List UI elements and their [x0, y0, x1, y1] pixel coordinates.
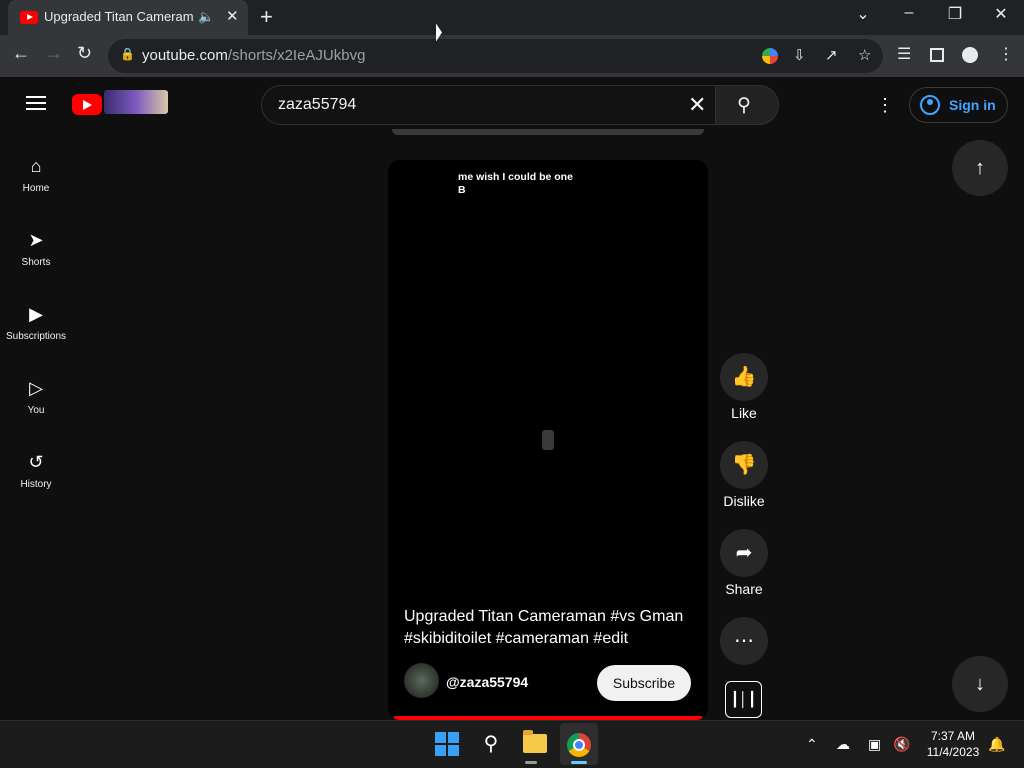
arrow-down-icon: ↓ — [975, 673, 985, 695]
subscriptions-icon: ▶ — [29, 304, 43, 324]
chrome-menu-icon[interactable]: ⋮ — [998, 44, 1014, 64]
thumbs-down-icon: 👎 — [731, 454, 757, 476]
browser-toolbar: ← → ↻ 🔒 youtube.com/shorts/x2IeAJUkbvg ⇩… — [0, 35, 1024, 77]
next-short-button[interactable]: ↓ — [952, 656, 1008, 712]
youtube-favicon-icon — [20, 11, 38, 24]
sign-in-label: Sign in — [949, 97, 996, 113]
media-controls-icon[interactable]: ☰ — [897, 44, 911, 64]
remix-sound-button[interactable]: ┃│┃ — [725, 681, 762, 718]
forward-arrow-icon[interactable]: → — [45, 43, 63, 64]
onedrive-cloud-icon[interactable]: ☁ — [836, 736, 850, 753]
menu-icon[interactable] — [26, 96, 46, 110]
restore-button[interactable]: ❐ — [940, 4, 970, 24]
like-label: Like — [731, 405, 757, 421]
arrow-up-icon: ↑ — [975, 157, 985, 179]
new-tab-button[interactable]: + — [260, 4, 273, 30]
more-horiz-icon: ⋯ — [734, 630, 754, 652]
browser-tab[interactable]: Upgraded Titan Cameraman 🔈 ✕ — [8, 0, 248, 35]
thumbs-up-icon: 👍 — [731, 366, 757, 388]
short-title[interactable]: Upgraded Titan Cameraman #vs Gman #skibi… — [404, 606, 694, 650]
share-page-icon[interactable]: ↗ — [825, 46, 838, 64]
tray-overflow-chevron-icon[interactable]: ⌃ — [806, 736, 818, 753]
side-panel-icon[interactable] — [930, 48, 944, 62]
google-lens-icon[interactable] — [762, 48, 778, 64]
reload-icon[interactable]: ↻ — [77, 43, 92, 64]
dislike-button[interactable]: 👎 — [720, 441, 768, 489]
speaker-icon[interactable]: 🔈 — [198, 9, 214, 25]
sidebar-item-label: Shorts — [21, 257, 51, 268]
settings-kebab-icon[interactable]: ⋮ — [876, 95, 894, 116]
volume-muted-icon[interactable]: 🔇 — [893, 736, 910, 753]
sidebar-item-label: Home — [22, 183, 50, 194]
install-app-icon[interactable]: ⇩ — [793, 46, 806, 64]
clock-time[interactable]: 7:37 AM — [925, 729, 981, 743]
browser-tab-strip: Upgraded Titan Cameraman 🔈 ✕ + ⌄ – ❐ ✕ — [0, 0, 1024, 35]
profile-icon[interactable] — [962, 47, 978, 63]
search-button[interactable]: ⚲ — [716, 85, 779, 125]
sidebar-item-you[interactable]: ▷ You — [0, 377, 72, 451]
active-indicator — [571, 761, 587, 764]
windows-start-icon[interactable] — [435, 732, 459, 756]
close-tab-icon[interactable]: ✕ — [226, 7, 239, 25]
network-icon[interactable]: ▣ — [868, 736, 881, 753]
sidebar-item-subscriptions[interactable]: ▶ Subscriptions — [0, 303, 72, 377]
search-icon: ⚲ — [737, 95, 751, 116]
dislike-label: Dislike — [723, 493, 765, 509]
running-indicator — [525, 761, 537, 764]
video-content — [542, 430, 554, 450]
notification-bell-icon[interactable]: 🔔 — [988, 736, 1005, 753]
search-box[interactable]: zaza55794 ✕ — [261, 85, 716, 125]
sidebar-item-shorts[interactable]: ➤ Shorts — [0, 229, 72, 303]
previous-short-button[interactable]: ↑ — [952, 140, 1008, 196]
like-button[interactable]: 👍 — [720, 353, 768, 401]
more-actions-button[interactable]: ⋯ — [720, 617, 768, 665]
search-input[interactable]: zaza55794 — [278, 96, 356, 114]
video-caption: me wish I could be one — [458, 171, 573, 183]
mouse-cursor — [436, 23, 442, 43]
sign-in-button[interactable]: Sign in — [909, 87, 1008, 123]
url-text[interactable]: youtube.com/shorts/x2IeAJUkbvg — [142, 47, 365, 64]
lock-icon[interactable]: 🔒 — [120, 47, 135, 61]
url-host: youtube.com — [142, 47, 228, 64]
minimize-button[interactable]: – — [894, 4, 924, 22]
file-explorer-icon[interactable] — [523, 730, 547, 753]
sidebar-item-history[interactable]: ↺ History — [0, 451, 72, 525]
audio-waveform-icon: ┃│┃ — [730, 691, 757, 707]
subscribe-button[interactable]: Subscribe — [597, 665, 691, 701]
previous-short-thumbnail[interactable] — [392, 129, 704, 135]
sidebar-item-label: History — [20, 479, 52, 490]
back-arrow-icon[interactable]: ← — [12, 43, 30, 64]
short-video-player[interactable]: me wish I could be one B Upgraded Titan … — [388, 160, 708, 720]
home-icon: ⌂ — [30, 156, 42, 176]
clear-search-icon[interactable]: ✕ — [688, 92, 706, 118]
address-bar[interactable]: 🔒 youtube.com/shorts/x2IeAJUkbvg ⇩ ↗ ☆ — [108, 39, 883, 73]
you-icon: ▷ — [29, 378, 43, 398]
share-arrow-icon: ➦ — [735, 542, 753, 564]
youtube-doodle-logo[interactable] — [104, 90, 168, 114]
video-caption: B — [458, 184, 466, 196]
tab-title: Upgraded Titan Cameraman — [44, 9, 194, 24]
close-window-button[interactable]: ✕ — [986, 4, 1016, 24]
history-icon: ↺ — [28, 452, 44, 472]
account-icon — [920, 95, 940, 115]
bookmark-star-icon[interactable]: ☆ — [858, 46, 871, 64]
sidebar-item-home[interactable]: ⌂ Home — [0, 155, 72, 229]
share-button[interactable]: ➦ — [720, 529, 768, 577]
youtube-logo-icon[interactable] — [72, 94, 102, 115]
sidebar-item-label: You — [27, 405, 45, 416]
share-label: Share — [725, 581, 763, 597]
sidebar-item-label: Subscriptions — [5, 331, 67, 342]
shorts-icon: ➤ — [28, 230, 44, 250]
chrome-icon[interactable] — [567, 733, 591, 757]
channel-avatar[interactable] — [404, 663, 439, 698]
tab-search-chevron-icon[interactable]: ⌄ — [848, 4, 878, 24]
url-path: /shorts/x2IeAJUkbvg — [227, 47, 366, 64]
clock-date[interactable]: 11/4/2023 — [925, 745, 981, 759]
search-icon[interactable]: ⚲ — [476, 729, 506, 759]
channel-name[interactable]: @zaza55794 — [446, 674, 528, 690]
